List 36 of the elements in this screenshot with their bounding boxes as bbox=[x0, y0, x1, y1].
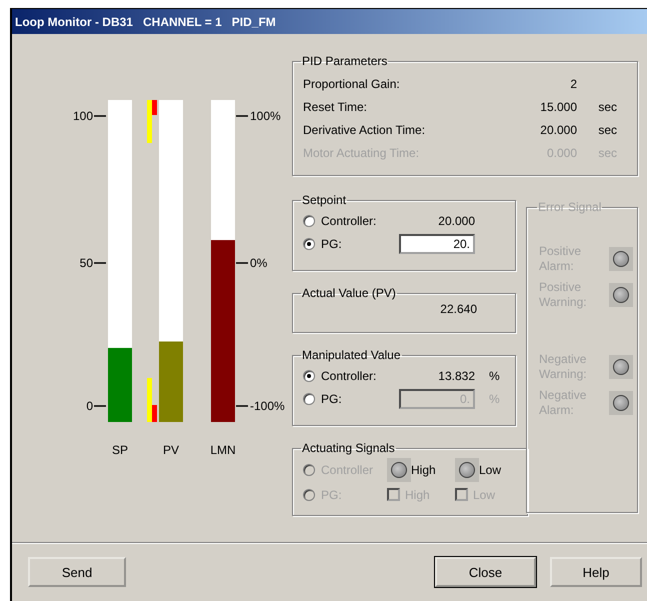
group-title: Actual Value (PV) bbox=[301, 286, 397, 300]
radio-button[interactable]: Controller: bbox=[303, 214, 399, 228]
parameter-label: Proportional Gain: bbox=[303, 76, 401, 90]
unit-label: % bbox=[489, 392, 500, 406]
group-title: Error Signal bbox=[537, 200, 602, 214]
group-title: Manipulated Value bbox=[301, 348, 402, 362]
dialog-button[interactable]: Send bbox=[28, 557, 126, 587]
indicator-lamp-icon bbox=[613, 395, 629, 411]
lamp-label: Low bbox=[479, 462, 502, 476]
radio-button[interactable]: Controller: bbox=[303, 368, 399, 382]
input-field[interactable]: 20. bbox=[399, 234, 475, 254]
indicator-lamp-icon bbox=[613, 287, 629, 303]
value-readout: 22.640 bbox=[440, 302, 477, 316]
bar-gauge-drawing: 100 50 0 100% 0% -100% SP PV LMN bbox=[12, 34, 292, 464]
parameter-value: 2 bbox=[569, 76, 577, 90]
parameter-value: 20.000 bbox=[539, 122, 577, 136]
indicator-lamp-icon bbox=[613, 359, 629, 375]
indicator-lamp-icon bbox=[613, 251, 629, 267]
value-readout: 20.000 bbox=[437, 214, 475, 228]
unit-label: sec bbox=[597, 122, 617, 136]
parameter-label: Reset Time: bbox=[303, 100, 368, 114]
parameter-label: Derivative Action Time: bbox=[303, 122, 426, 136]
value-readout: 13.832 bbox=[437, 368, 475, 382]
unit-label: sec bbox=[597, 100, 617, 114]
parameter-value: 15.000 bbox=[539, 100, 577, 114]
group-title: Actuating Signals bbox=[301, 441, 396, 455]
dialog-button[interactable]: Close bbox=[435, 557, 536, 587]
dialog-button[interactable]: Help bbox=[550, 557, 642, 587]
group-title: Setpoint bbox=[301, 193, 348, 207]
group-title: PID Parameters bbox=[301, 54, 388, 68]
window-title: Loop Monitor - DB31 CHANNEL = 1 PID_FM bbox=[15, 14, 276, 28]
unit-label: % bbox=[489, 368, 500, 382]
radio-button[interactable]: PG: bbox=[303, 236, 399, 250]
indicator-lamp-icon bbox=[391, 462, 407, 478]
indicator-lamp-icon bbox=[459, 462, 475, 478]
lamp-label: High bbox=[411, 462, 436, 476]
